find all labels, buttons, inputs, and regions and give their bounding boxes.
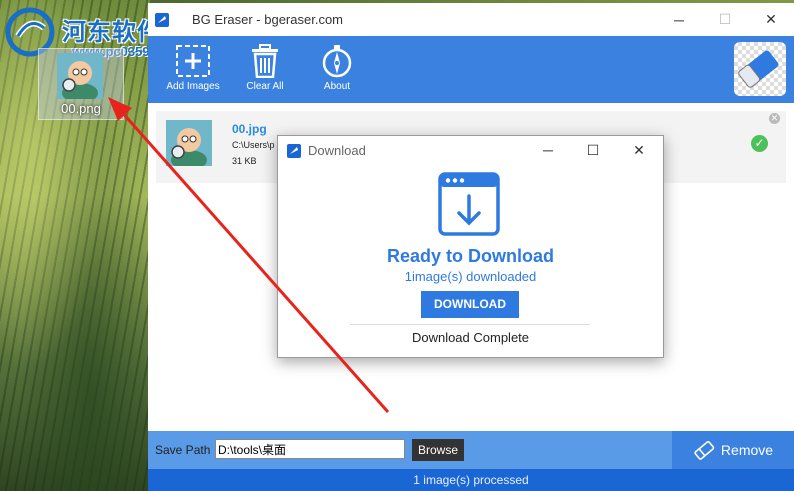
save-path-label: Save Path <box>155 443 211 457</box>
about-button[interactable]: About <box>302 40 372 100</box>
save-path-input[interactable] <box>215 439 405 459</box>
clear-all-label: Clear All <box>246 81 284 92</box>
title-bar: BG Eraser - bgeraser.com ─ ☐ ✕ <box>148 3 794 36</box>
eraser-small-icon <box>694 440 715 460</box>
window-title: BG Eraser - bgeraser.com <box>192 12 343 27</box>
download-button[interactable]: DOWNLOAD <box>421 291 519 318</box>
dialog-heading: Ready to Download <box>386 246 554 266</box>
dialog-maximize-button[interactable]: ☐ <box>570 136 616 164</box>
file-path: C:\Users\p <box>232 140 275 150</box>
compass-icon <box>322 45 352 78</box>
download-window-icon <box>438 172 500 236</box>
file-thumbnail-icon <box>166 120 212 166</box>
add-images-button[interactable]: Add Images <box>158 40 228 100</box>
eraser-icon <box>738 50 779 88</box>
remove-file-icon[interactable]: ✕ <box>769 113 780 124</box>
check-icon: ✓ <box>751 135 768 152</box>
file-size: 31 KB <box>232 156 257 166</box>
status-bar: 1 image(s) processed <box>148 469 794 491</box>
download-complete-text: Download Complete <box>411 330 530 345</box>
add-images-label: Add Images <box>166 81 220 92</box>
download-dialog: Download ─ ☐ ✕ Ready to Download 1image(… <box>277 135 664 358</box>
remove-button[interactable]: Remove <box>672 431 794 469</box>
trash-icon <box>252 44 278 78</box>
file-name: 00.jpg <box>232 122 267 136</box>
desktop-file-icon[interactable]: 00.png <box>38 48 124 120</box>
add-images-icon <box>176 45 210 77</box>
close-button[interactable]: ✕ <box>748 3 794 36</box>
minimize-button[interactable]: ─ <box>656 3 702 36</box>
dialog-close-button[interactable]: ✕ <box>616 136 662 164</box>
app-icon <box>155 13 169 27</box>
dialog-minimize-button[interactable]: ─ <box>525 136 571 164</box>
about-label: About <box>323 81 351 92</box>
download-count: 1image(s) downloaded <box>404 269 537 284</box>
browse-button[interactable]: Browse <box>412 439 464 461</box>
bottom-bar: Save Path Browse Remove <box>148 431 794 469</box>
clear-all-button[interactable]: Clear All <box>230 40 300 100</box>
desktop-file-label: 00.png <box>61 101 101 116</box>
dialog-title: Download <box>308 143 366 158</box>
remove-label: Remove <box>720 442 774 458</box>
dialog-app-icon <box>287 144 301 158</box>
maximize-button[interactable]: ☐ <box>702 3 748 36</box>
toolbar: Add Images Clear All About <box>148 36 794 103</box>
cartoon-thumbnail-icon <box>57 53 103 99</box>
divider <box>350 324 590 325</box>
eraser-logo <box>734 42 786 96</box>
